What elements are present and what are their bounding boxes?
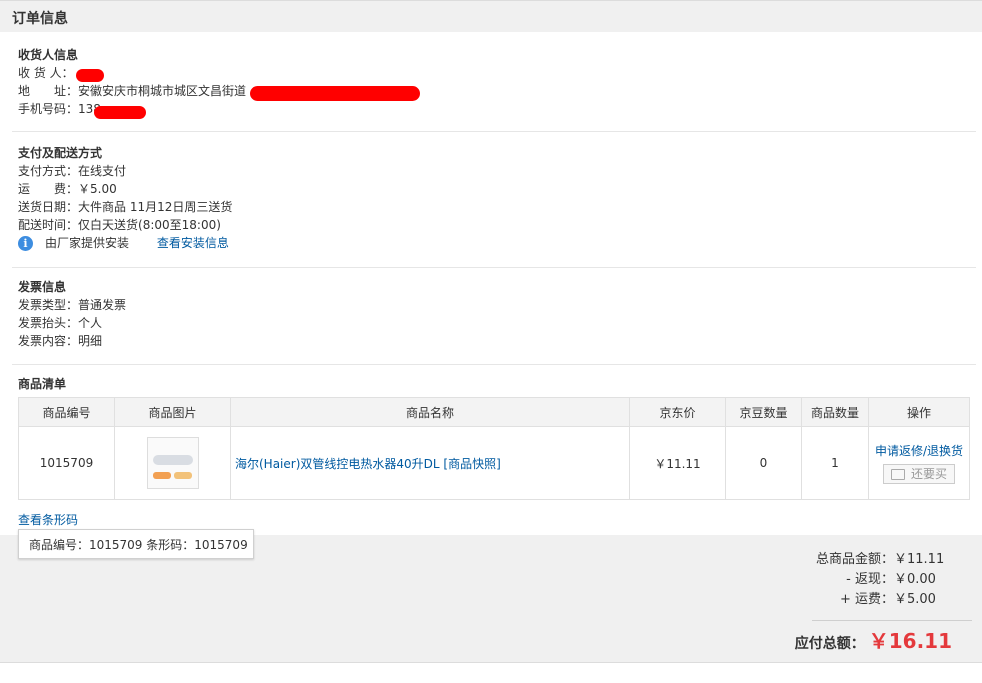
column-header-qty: 商品数量 [801, 397, 869, 427]
receiver-name-label: 收 货 人： [18, 66, 74, 80]
invoice-title: 发票信息 [18, 280, 67, 294]
total-freight-label: + 运费： [839, 592, 894, 607]
goods-table: 商品编号 商品图片 商品名称 京东价 京豆数量 商品数量 操作 1015709 … [18, 397, 970, 500]
receiver-title: 收货人信息 [18, 48, 79, 62]
invoice-type-label: 发票类型： [18, 298, 79, 312]
cell-qty: 1 [801, 426, 869, 500]
receiver-address-value: 安徽安庆市桐城市城区文昌街道 [78, 84, 247, 98]
divider [12, 364, 976, 365]
cell-beans: 0 [725, 426, 802, 500]
payment-method-label: 支付方式： [18, 164, 79, 178]
total-goods-label: 总商品金额： [815, 552, 894, 567]
install-row: i 由厂家提供安装 查看安装信息 [18, 234, 232, 252]
cell-price: ￥11.11 [629, 426, 726, 500]
invoice-content-row: 发票内容：明细 [18, 332, 126, 350]
cashback-label: - 返现： [846, 572, 894, 587]
total-freight-row: + 运费：￥5.00 [840, 590, 944, 610]
cell-name: 海尔(Haier)双管线控电热水器40升DL [商品快照] [230, 426, 630, 500]
column-header-beans: 京豆数量 [725, 397, 802, 427]
info-icon: i [18, 236, 33, 251]
receiver-phone-label: 手机号码： [18, 102, 79, 116]
invoice-type-row: 发票类型：普通发票 [18, 296, 126, 314]
divider [12, 131, 976, 132]
freight-value: ￥5.00 [78, 182, 117, 196]
column-header-price: 京东价 [629, 397, 726, 427]
goods-title: 商品清单 [18, 377, 67, 391]
divider [12, 267, 976, 268]
order-info-header: 订单信息 [0, 0, 982, 34]
delivery-time-value: 仅白天送货(8:00至18:00) [78, 218, 221, 232]
invoice-head-label: 发票抬头： [18, 316, 79, 330]
receiver-address-row: 地 址：安徽安庆市桐城市城区文昌街道 [18, 82, 246, 100]
amount-payable-value: ￥16.11 [868, 629, 952, 653]
delivery-date-label: 送货日期： [18, 200, 79, 214]
cashback-row: - 返现：￥0.00 [846, 570, 944, 590]
barcode-tooltip: 商品编号：1015709 条形码：1015709 [18, 529, 254, 559]
goods-table-header: 商品编号 商品图片 商品名称 京东价 京豆数量 商品数量 操作 [18, 397, 970, 427]
goods-section-title-wrap: 商品清单 [18, 375, 66, 393]
column-header-name: 商品名称 [230, 397, 630, 427]
cell-image [114, 426, 231, 500]
cart-icon [890, 469, 905, 480]
payment-method-row: 支付方式：在线支付 [18, 162, 232, 180]
total-goods-value: ￥11.11 [894, 552, 945, 567]
view-barcode-link[interactable]: 查看条形码 [18, 511, 78, 528]
table-row: 1015709 海尔(Haier)双管线控电热水器40升DL [商品快照] ￥1… [18, 426, 970, 500]
delivery-date-row: 送货日期：大件商品 11月12日周三送货 [18, 198, 232, 216]
receiver-name-row: 收 货 人： [18, 64, 246, 82]
payment-section: 支付及配送方式 支付方式：在线支付 运 费：￥5.00 送货日期：大件商品 11… [18, 144, 232, 252]
footer-strip [0, 662, 982, 683]
product-thumbnail[interactable] [146, 437, 199, 489]
invoice-content-label: 发票内容： [18, 334, 79, 348]
amount-payable-row: 应付总额： ￥16.11 [795, 627, 952, 655]
payment-title: 支付及配送方式 [18, 146, 103, 160]
cashback-value: ￥0.00 [894, 572, 936, 587]
receiver-address-label: 地 址： [18, 84, 79, 98]
rebuy-label: 还要买 [910, 467, 947, 481]
redaction-mark-phone [94, 106, 146, 119]
view-install-info-link[interactable]: 查看安装信息 [157, 236, 229, 250]
invoice-type-value: 普通发票 [78, 298, 127, 312]
redaction-mark-name [76, 69, 104, 82]
redaction-mark-address [250, 86, 420, 101]
freight-label: 运 费： [18, 182, 79, 196]
payment-method-value: 在线支付 [78, 164, 127, 178]
invoice-content-value: 明细 [78, 334, 103, 348]
rebuy-button[interactable]: 还要买 [883, 464, 955, 484]
total-freight-value: ￥5.00 [894, 592, 936, 607]
delivery-time-row: 配送时间：仅白天送货(8:00至18:00) [18, 216, 232, 234]
page-title: 订单信息 [12, 11, 68, 27]
totals-divider [812, 620, 972, 621]
column-header-action: 操作 [868, 397, 970, 427]
invoice-section: 发票信息 发票类型：普通发票 发票抬头：个人 发票内容：明细 [18, 278, 126, 350]
amount-payable-label: 应付总额： [794, 636, 865, 652]
total-goods-row: 总商品金额：￥11.11 [816, 550, 944, 570]
order-info-page: 订单信息 收货人信息 收 货 人： 地 址：安徽安庆市桐城市城区文昌街道 手机号… [0, 0, 982, 683]
delivery-time-label: 配送时间： [18, 218, 79, 232]
product-name-link[interactable]: 海尔(Haier)双管线控电热水器40升DL [商品快照] [235, 457, 501, 471]
cell-action: 申请返修/退换货 还要买 [868, 426, 970, 500]
install-text: 由厂家提供安装 [45, 236, 130, 250]
cell-sku: 1015709 [18, 426, 115, 500]
column-header-image: 商品图片 [114, 397, 231, 427]
delivery-date-value: 大件商品 11月12日周三送货 [78, 200, 233, 214]
invoice-head-value: 个人 [78, 316, 103, 330]
column-header-sku: 商品编号 [18, 397, 115, 427]
apply-return-link[interactable]: 申请返修/退换货 [875, 444, 963, 458]
freight-row: 运 费：￥5.00 [18, 180, 232, 198]
invoice-head-row: 发票抬头：个人 [18, 314, 126, 332]
